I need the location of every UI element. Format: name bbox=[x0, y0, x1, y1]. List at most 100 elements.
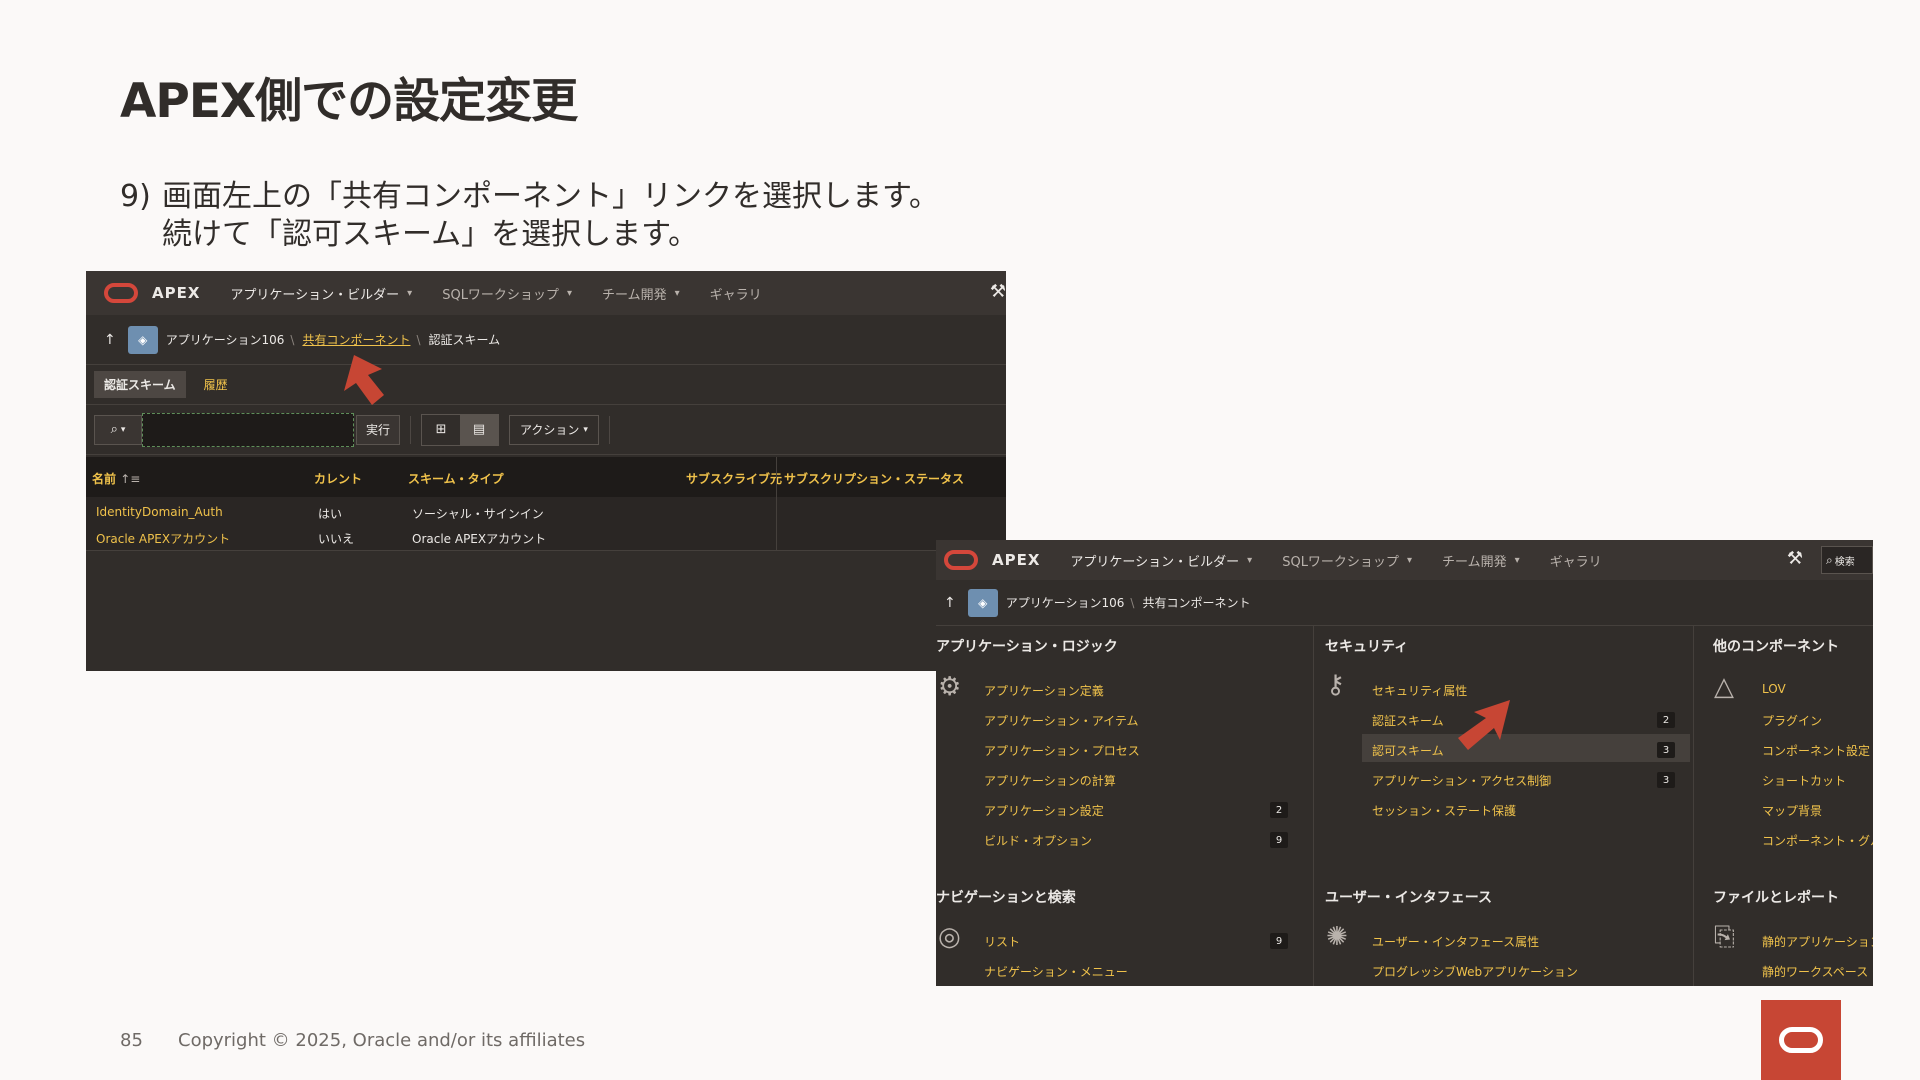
breadcrumb-separator: \ bbox=[1130, 595, 1135, 610]
list-item[interactable]: マップ背景 bbox=[1762, 802, 1822, 819]
screenshot-shared-components: APEX アプリケーション・ビルダー ▾ SQLワークショップ ▾ チーム開発 ▾ ギ… bbox=[936, 540, 1873, 986]
breadcrumb-separator: \ bbox=[416, 332, 421, 347]
list-item[interactable]: ユーザー・インタフェース属性 bbox=[1372, 933, 1539, 950]
list-item[interactable]: プラグイン bbox=[1762, 712, 1822, 729]
annotation-arrow-icon bbox=[1458, 700, 1510, 750]
search-input[interactable]: ⌕ 検索 bbox=[1821, 546, 1873, 574]
list-item[interactable]: コンポーネント設定 bbox=[1762, 742, 1870, 759]
breadcrumb-app[interactable]: アプリケーション106 bbox=[166, 331, 285, 348]
compass-icon: ◎ bbox=[938, 922, 961, 952]
folder-icon: ⎘ bbox=[1714, 922, 1735, 952]
list-item[interactable]: プログレッシブWebアプリケーション bbox=[1372, 963, 1578, 980]
column-divider bbox=[1693, 626, 1694, 986]
nav-gallery[interactable]: ギャラリ bbox=[1550, 551, 1602, 570]
app-icon: ◈ bbox=[967, 588, 998, 617]
report-view-button[interactable]: ▤ bbox=[460, 414, 499, 445]
toolbar-divider bbox=[608, 415, 610, 444]
nav-app-builder[interactable]: アプリケーション・ビルダー ▾ bbox=[1070, 551, 1252, 570]
apex-header: APEX アプリケーション・ビルダー ▾ SQLワークショップ ▾ チーム開発 ▾ ギ… bbox=[936, 540, 1873, 580]
up-arrow-icon[interactable]: ↑ bbox=[104, 332, 116, 348]
apex-header: APEX アプリケーション・ビルダー ▾ SQLワークショップ ▾ チーム開発 ▾ ギ… bbox=[86, 271, 1006, 315]
instruction-text: 9) 画面左上の「共有コンポーネント」リンクを選択します。 続けて「認可スキーム」… bbox=[120, 178, 939, 254]
nav-gallery[interactable]: ギャラリ bbox=[710, 284, 762, 303]
list-item[interactable]: ショートカット bbox=[1762, 772, 1846, 789]
column-header-name[interactable]: 名前 ↑≡ bbox=[92, 470, 140, 487]
list-item[interactable]: アプリケーション設定 bbox=[984, 802, 1104, 819]
search-icon: ⌕ bbox=[110, 422, 118, 437]
apex-brand[interactable]: APEX bbox=[152, 284, 200, 302]
list-item[interactable]: LOV bbox=[1762, 682, 1786, 696]
oracle-logo-icon[interactable] bbox=[104, 283, 138, 303]
nav-sql-workshop[interactable]: SQLワークショップ ▾ bbox=[1282, 551, 1412, 570]
list-item[interactable]: セッション・ステート保護 bbox=[1372, 802, 1516, 819]
column-header-subscribed-from[interactable]: サブスクライブ元 bbox=[686, 470, 782, 487]
palette-icon: ✺ bbox=[1326, 922, 1348, 952]
up-arrow-icon[interactable]: ↑ bbox=[944, 595, 956, 611]
nav-team-dev-label: チーム開発 bbox=[601, 287, 667, 303]
go-button[interactable]: 実行 bbox=[356, 414, 401, 445]
column-header-scheme-type[interactable]: スキーム・タイプ bbox=[408, 470, 504, 487]
breadcrumb-current: 共有コンポーネント bbox=[1142, 596, 1251, 610]
list-item[interactable]: アプリケーションの計算 bbox=[984, 772, 1116, 789]
nav-app-builder[interactable]: アプリケーション・ビルダー ▾ bbox=[230, 284, 412, 303]
icon-view-button[interactable]: ⊞ bbox=[422, 415, 460, 445]
list-item[interactable]: 静的ワークスペース・ファイル bbox=[1762, 963, 1873, 980]
list-item[interactable]: ナビゲーション・メニュー bbox=[984, 963, 1128, 980]
count-badge: 9 bbox=[1270, 832, 1288, 848]
nav-sql-workshop[interactable]: SQLワークショップ ▾ bbox=[442, 284, 572, 303]
list-item[interactable]: ビルド・オプション bbox=[984, 832, 1092, 849]
table-row-name[interactable]: Oracle APEXアカウント bbox=[96, 530, 230, 547]
count-badge: 3 bbox=[1657, 742, 1675, 758]
nav-team-dev[interactable]: チーム開発 ▾ bbox=[1442, 551, 1520, 570]
list-item[interactable]: コンポーネント・グループ bbox=[1762, 832, 1873, 849]
wrench-icon[interactable]: ⚒ bbox=[1787, 548, 1803, 569]
actions-label: アクション bbox=[520, 423, 580, 437]
column-header-subscription-status[interactable]: サブスクリプション・ステータス bbox=[784, 470, 964, 487]
breadcrumb: ↑ ◈ アプリケーション106 \ 共有コンポーネント \ 認証スキーム bbox=[86, 315, 1006, 365]
list-item[interactable]: リスト bbox=[984, 933, 1020, 950]
search-column-button[interactable]: ⌕ ▾ bbox=[94, 414, 142, 445]
table-row-name[interactable]: IdentityDomain_Auth bbox=[96, 505, 223, 519]
list-item[interactable]: アプリケーション定義 bbox=[984, 682, 1104, 699]
list-item[interactable]: セキュリティ属性 bbox=[1372, 682, 1467, 699]
nav-team-dev-label: チーム開発 bbox=[1441, 554, 1507, 570]
report-toolbar: ⌕ ▾ 実行 ⊞ ▤ アクション ▾ bbox=[86, 405, 1006, 455]
nav-sql-workshop-label: SQLワークショップ bbox=[1282, 554, 1399, 570]
step-number: 9) bbox=[120, 179, 151, 214]
oracle-logo-icon[interactable] bbox=[944, 550, 978, 570]
slide-title: APEX側での設定変更 bbox=[120, 74, 578, 129]
chevron-down-icon: ▾ bbox=[1514, 554, 1520, 566]
breadcrumb-shared-components[interactable]: 共有コンポーネント bbox=[302, 331, 410, 348]
wrench-icon[interactable]: ⚒ bbox=[990, 281, 1006, 302]
tab-history[interactable]: 履歴 bbox=[204, 376, 228, 393]
count-badge: 9 bbox=[1270, 933, 1288, 949]
nav-sql-workshop-label: SQLワークショップ bbox=[442, 287, 559, 303]
list-item[interactable]: アプリケーション・アクセス制御 bbox=[1372, 772, 1551, 789]
table-icon: ▤ bbox=[472, 422, 486, 437]
search-input[interactable] bbox=[142, 412, 354, 447]
section-title-user-interface: ユーザー・インタフェース bbox=[1325, 890, 1493, 906]
chevron-down-icon: ▾ bbox=[1406, 554, 1412, 566]
report-body: IdentityDomain_Auth はい ソーシャル・サインイン Oracl… bbox=[86, 497, 1006, 551]
chevron-down-icon: ▾ bbox=[1247, 554, 1253, 566]
list-item[interactable]: 認証スキーム bbox=[1372, 712, 1444, 729]
breadcrumb-app[interactable]: アプリケーション106 bbox=[1006, 594, 1125, 611]
view-toggle: ⊞ ▤ bbox=[421, 413, 500, 446]
section-title-security: セキュリティ bbox=[1325, 639, 1409, 655]
list-item-authorization-schemes[interactable]: 認可スキーム bbox=[1372, 742, 1444, 759]
table-row-type: ソーシャル・サインイン bbox=[412, 507, 544, 521]
chevron-down-icon: ▾ bbox=[674, 287, 680, 299]
copyright-text: Copyright © 2025, Oracle and/or its affi… bbox=[178, 1030, 586, 1051]
annotation-arrow-icon bbox=[344, 355, 384, 405]
count-badge: 2 bbox=[1270, 802, 1288, 818]
section-title-files-reports: ファイルとレポート bbox=[1713, 890, 1839, 906]
tab-authentication-schemes[interactable]: 認証スキーム bbox=[94, 371, 186, 398]
actions-menu-button[interactable]: アクション ▾ bbox=[509, 414, 599, 445]
list-item[interactable]: アプリケーション・プロセス bbox=[984, 742, 1140, 759]
nav-team-dev[interactable]: チーム開発 ▾ bbox=[602, 284, 680, 303]
list-item[interactable]: アプリケーション・アイテム bbox=[984, 712, 1139, 729]
column-header-current[interactable]: カレント bbox=[314, 470, 362, 487]
apex-brand[interactable]: APEX bbox=[992, 551, 1040, 569]
step-line-2: 続けて「認可スキーム」を選択します。 bbox=[162, 217, 699, 252]
list-item[interactable]: 静的アプリケーション・ファイル bbox=[1762, 933, 1873, 950]
